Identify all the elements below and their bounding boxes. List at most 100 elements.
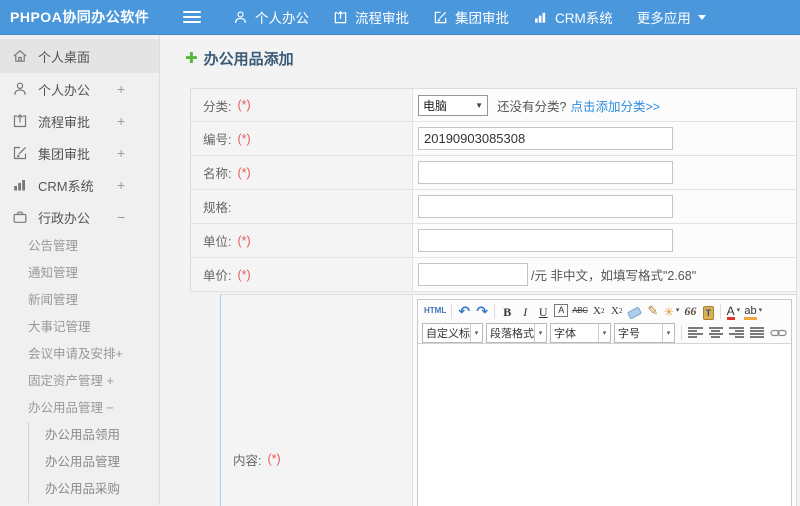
highlight-color-button[interactable]: ab ▾ <box>744 302 762 320</box>
briefcase-icon <box>12 209 29 225</box>
source-code-button[interactable]: HTML <box>424 302 446 320</box>
price-input[interactable] <box>418 263 528 286</box>
category-select[interactable]: 电脑 ▼ <box>418 94 488 116</box>
sidebar-label: 集团审批 <box>38 146 91 162</box>
collapse-toggle[interactable]: − <box>117 209 125 225</box>
home-icon <box>12 48 29 64</box>
field-label-unit: 单位: (*) <box>191 224 413 257</box>
remove-format-button[interactable] <box>627 302 643 320</box>
align-center-button[interactable] <box>708 327 723 338</box>
sidebar-item-supplies-manage[interactable]: 办公用品管理 <box>29 449 159 476</box>
sidebar-item-supplies-purchase[interactable]: 办公用品采购 <box>29 476 159 503</box>
sidebar-item-group-approval[interactable]: 集团审批 + <box>0 137 159 169</box>
insert-link-button[interactable] <box>770 328 787 338</box>
required-mark: (*) <box>237 131 251 146</box>
add-plus-icon: ✚ <box>185 49 198 67</box>
editor-toolbar-row-2: 自定义标题▾ 段落格式▾ 字体▾ 字号▾ <box>418 322 791 344</box>
expand-toggle[interactable]: + <box>117 113 125 129</box>
field-label-content: 内容: (*) <box>221 295 413 506</box>
code-input[interactable] <box>418 127 673 150</box>
nav-workflow-approval[interactable]: 流程审批 <box>333 7 409 27</box>
required-mark: (*) <box>237 98 251 112</box>
category-select-value: 电脑 <box>423 98 448 113</box>
nav-group-approval[interactable]: 集团审批 <box>433 7 509 27</box>
paste-plain-text-button[interactable]: T <box>701 302 715 320</box>
redo-button[interactable]: ↷ <box>475 302 489 320</box>
spec-input[interactable] <box>418 195 673 218</box>
sidebar-item-crm[interactable]: CRM系统 + <box>0 169 159 201</box>
sidebar-item-announcement-mgmt[interactable]: 公告管理 <box>0 233 159 260</box>
required-mark: (*) <box>267 452 281 466</box>
content-editor-cell: HTML ↶ ↷ B I U A ABC X2 X2 ✎ ✳ ▾ 66 T A … <box>413 295 796 506</box>
label-text: 单位: <box>203 235 232 249</box>
bar-chart-icon <box>533 10 548 25</box>
caret-down-icon: ▾ <box>470 323 482 342</box>
nav-more-apps[interactable]: 更多应用 <box>637 7 706 27</box>
caret-down-icon: ▼ <box>475 100 483 110</box>
unit-input[interactable] <box>418 229 673 252</box>
person-icon <box>12 81 29 97</box>
editor-content-area[interactable] <box>418 344 791 506</box>
expand-toggle[interactable]: + <box>117 145 125 161</box>
underline-button[interactable]: U <box>536 302 550 320</box>
caret-down-icon: ▾ <box>675 307 680 314</box>
blockquote-button[interactable]: 66 <box>683 302 697 320</box>
italic-button[interactable]: I <box>518 302 532 320</box>
bar-chart-icon <box>12 177 29 193</box>
custom-heading-select[interactable]: 自定义标题▾ <box>422 322 483 343</box>
expand-toggle[interactable]: + <box>117 177 125 193</box>
flow-submit-icon <box>333 10 348 25</box>
edit-icon <box>12 145 29 161</box>
strikethrough-button[interactable]: ABC <box>572 302 588 320</box>
hamburger-menu-icon[interactable] <box>183 11 201 23</box>
align-left-button[interactable] <box>688 327 703 338</box>
sidebar-item-personal-office[interactable]: 个人办公 + <box>0 73 159 105</box>
align-justify-button[interactable] <box>749 327 764 338</box>
sidebar-item-office-supplies-mgmt[interactable]: 办公用品管理 − <box>0 395 159 422</box>
subscript-button[interactable]: X2 <box>610 302 624 320</box>
nav-personal-office[interactable]: 个人办公 <box>233 7 309 27</box>
auto-typeset-button[interactable]: ✳ ▾ <box>664 302 680 320</box>
sidebar-sub-sub-menu: 办公用品领用 办公用品管理 办公用品采购 <box>28 422 159 503</box>
name-input[interactable] <box>418 161 673 184</box>
caret-down-icon <box>697 14 706 24</box>
app-root: PHPOA协同办公软件 个人办公 流程审批 集团审批 CRM系统 更多应用 个人… <box>0 0 800 506</box>
expand-toggle[interactable]: + <box>117 81 125 97</box>
sidebar-item-personal-desktop[interactable]: 个人桌面 <box>0 39 159 73</box>
format-painter-button[interactable]: ✎ <box>646 302 660 320</box>
nav-crm-system[interactable]: CRM系统 <box>533 7 613 27</box>
sidebar-item-fixed-assets-mgmt[interactable]: 固定资产管理 + <box>0 368 159 395</box>
bold-button[interactable]: B <box>500 302 514 320</box>
editor-toolbar-row-1: HTML ↶ ↷ B I U A ABC X2 X2 ✎ ✳ ▾ 66 T A … <box>418 300 791 322</box>
sidebar-item-news-mgmt[interactable]: 新闻管理 <box>0 287 159 314</box>
font-family-select[interactable]: 字体 ▾ <box>550 322 611 343</box>
superscript-button[interactable]: X2 <box>592 302 606 320</box>
sidebar: 个人桌面 个人办公 + 流程审批 + 集团审批 + CRM系统 + 行政办公 −… <box>0 35 160 505</box>
font-style-button[interactable]: A <box>554 303 569 317</box>
sidebar-item-workflow-approval[interactable]: 流程审批 + <box>0 105 159 137</box>
font-color-button[interactable]: A ▾ <box>726 302 740 320</box>
align-right-button[interactable] <box>729 327 744 338</box>
field-value-price: /元 非中文，如填写格式"2.68" <box>413 258 796 291</box>
highlight-icon: ab <box>744 306 757 320</box>
label-text: 内容: <box>233 453 262 468</box>
sidebar-item-supplies-requisition[interactable]: 办公用品领用 <box>29 422 159 449</box>
nav-label: 集团审批 <box>455 11 509 26</box>
field-label-code: 编号: (*) <box>191 122 413 155</box>
sidebar-item-meeting-mgmt[interactable]: 会议申请及安排+ <box>0 341 159 368</box>
sidebar-item-admin-office[interactable]: 行政办公 − <box>0 201 159 233</box>
category-hint: 还没有分类? <box>497 99 567 114</box>
sidebar-label: 流程审批 <box>38 114 91 130</box>
sidebar-item-memorabilia-mgmt[interactable]: 大事记管理 <box>0 314 159 341</box>
caret-down-icon: ▾ <box>758 307 763 314</box>
top-header: PHPOA协同办公软件 个人办公 流程审批 集团审批 CRM系统 更多应用 <box>0 0 800 35</box>
font-size-select[interactable]: 字号 ▾ <box>614 322 675 343</box>
add-category-link[interactable]: 点击添加分类>> <box>570 96 660 115</box>
field-value-unit <box>413 224 796 257</box>
sidebar-item-notice-mgmt[interactable]: 通知管理 <box>0 260 159 287</box>
form-row-price: 单价: (*) /元 非中文，如填写格式"2.68" <box>191 258 796 292</box>
paragraph-format-select[interactable]: 段落格式 ▾ <box>486 322 547 343</box>
rich-text-editor: HTML ↶ ↷ B I U A ABC X2 X2 ✎ ✳ ▾ 66 T A … <box>417 299 792 506</box>
field-label-spec: 规格: <box>191 190 413 223</box>
undo-button[interactable]: ↶ <box>457 302 471 320</box>
